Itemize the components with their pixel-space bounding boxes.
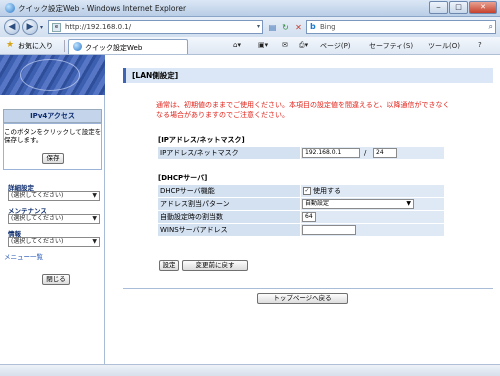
sidebar: IPv4アクセス このボタンをクリックして設定を保存します。 保存 詳細設定 (… <box>0 55 105 364</box>
window-title: クイック設定Web - Windows Internet Explorer <box>18 4 187 13</box>
netmask-input[interactable]: 24 <box>373 148 397 158</box>
search-box[interactable]: b Bing ⌕ <box>306 20 496 34</box>
maximize-button[interactable]: □ <box>449 1 468 14</box>
allocation-count-label: 自動設定時の割当数 <box>158 211 300 223</box>
dhcp-section-heading: [DHCPサーバ] <box>158 174 208 182</box>
warning-notice: 通常は、初期値のままでご使用ください。本項目の設定値を間違えると、以降通信ができ… <box>156 101 450 119</box>
wins-server-label: WINSサーバアドレス <box>158 224 300 236</box>
page-title: [LAN側設定] <box>123 68 493 83</box>
allocation-count-value-cell: 64 <box>301 211 444 223</box>
navigation-bar: ◀ ▶ ▾ e http://192.168.0.1/ ▾ ▤ ↻ ✕ b Bi… <box>0 17 500 37</box>
search-provider[interactable]: Bing <box>320 23 336 31</box>
ip-netmask-value-cell: 192.168.0.1 / 24 <box>301 147 444 159</box>
forward-icon[interactable]: ▶ <box>22 19 38 35</box>
ip-section-heading: [IPアドレス/ネットマスク] <box>158 136 245 144</box>
netmask-separator: / <box>364 149 367 157</box>
chevron-down-icon: ▼ <box>92 238 97 245</box>
dhcp-enable-label: 使用する <box>313 187 341 195</box>
page-icon: e <box>52 23 61 32</box>
maintenance-select[interactable]: (選択してください) ▼ <box>8 214 100 224</box>
select-value: (選択してください) <box>11 215 64 222</box>
dhcp-enable-checkbox[interactable]: ✓ <box>303 187 311 195</box>
save-button[interactable]: 保存 <box>42 153 64 164</box>
address-pattern-value-cell: 自動設定 ▼ <box>301 198 444 210</box>
divider <box>64 40 65 52</box>
wins-server-value-cell <box>301 224 444 236</box>
title-bar: クイック設定Web - Windows Internet Explorer ‒ … <box>0 0 500 17</box>
chevron-down-icon: ▼ <box>92 192 97 199</box>
refresh-icon[interactable]: ↻ <box>280 22 291 33</box>
tab-ie-icon <box>73 42 82 51</box>
favorites-star-icon[interactable]: ★ <box>6 40 14 50</box>
address-pattern-label: アドレス割当パターン <box>158 198 300 210</box>
history-dropdown-icon[interactable]: ▾ <box>40 24 43 31</box>
read-mail-icon[interactable]: ✉ <box>282 41 288 49</box>
menu-list-link[interactable]: メニュー一覧 <box>4 251 43 261</box>
close-window-button[interactable]: ✕ <box>469 1 497 14</box>
main-content: [LAN側設定] 通常は、初期値のままでご使用ください。本項目の設定値を間違える… <box>118 55 500 364</box>
page-menu[interactable]: ページ(P) <box>320 41 351 51</box>
info-select[interactable]: (選択してください) ▼ <box>8 237 100 247</box>
save-note: このボタンをクリックして設定を保存します。 <box>4 128 102 144</box>
ipv4-access-header: IPv4アクセス <box>3 109 102 123</box>
sidebar-banner <box>0 55 105 95</box>
home-icon[interactable]: ⌂▾ <box>233 41 241 49</box>
ie-icon <box>5 3 15 13</box>
set-button[interactable]: 設定 <box>159 260 179 271</box>
safety-menu[interactable]: セーフティ(S) <box>369 41 413 51</box>
favorites-bar: ★ お気に入り クイック設定Web ⌂▾ ▣▾ ✉ ⎙▾ ページ(P) セーフテ… <box>0 37 500 55</box>
ip-netmask-row: IPアドレス/ネットマスク 192.168.0.1 / 24 <box>158 147 444 159</box>
window-controls: ‒ □ ✕ <box>429 1 497 14</box>
chevron-down-icon: ▼ <box>92 215 97 222</box>
chevron-down-icon: ▼ <box>406 200 411 207</box>
browser-tab[interactable]: クイック設定Web <box>68 39 188 54</box>
address-bar[interactable]: e http://192.168.0.1/ ▾ <box>48 20 263 34</box>
dhcp-function-row: DHCPサーバ機能 ✓ 使用する <box>158 185 444 197</box>
status-bar <box>0 364 500 376</box>
ip-netmask-label: IPアドレス/ネットマスク <box>158 147 300 159</box>
allocation-count-input[interactable]: 64 <box>302 212 316 222</box>
select-value: (選択してください) <box>11 192 64 199</box>
web-page: IPv4アクセス このボタンをクリックして設定を保存します。 保存 詳細設定 (… <box>0 55 500 364</box>
address-pattern-select[interactable]: 自動設定 ▼ <box>302 199 414 209</box>
dhcp-function-label: DHCPサーバ機能 <box>158 185 300 197</box>
minimize-button[interactable]: ‒ <box>429 1 448 14</box>
wins-server-input[interactable] <box>302 225 356 235</box>
wins-server-row: WINSサーバアドレス <box>158 224 444 236</box>
address-dropdown-icon[interactable]: ▾ <box>257 23 260 30</box>
select-value: (選択してください) <box>11 238 64 245</box>
feeds-icon[interactable]: ▣▾ <box>258 41 268 49</box>
banner-globe-graphic <box>20 59 80 91</box>
tab-title: クイック設定Web <box>85 44 143 52</box>
dhcp-function-value-cell: ✓ 使用する <box>301 185 444 197</box>
stop-icon[interactable]: ✕ <box>293 22 304 33</box>
advanced-select[interactable]: (選択してください) ▼ <box>8 191 100 201</box>
tools-menu[interactable]: ツール(O) <box>428 41 460 51</box>
url-text[interactable]: http://192.168.0.1/ <box>65 23 131 31</box>
favorites-button[interactable]: お気に入り <box>18 41 53 51</box>
back-icon[interactable]: ◀ <box>4 19 20 35</box>
compatibility-view-icon[interactable]: ▤ <box>267 22 278 33</box>
search-icon[interactable]: ⌕ <box>489 22 493 32</box>
content-divider <box>123 288 493 289</box>
allocation-count-row: 自動設定時の割当数 64 <box>158 211 444 223</box>
back-to-top-button[interactable]: トップページへ戻る <box>257 293 348 304</box>
print-icon[interactable]: ⎙▾ <box>299 41 308 50</box>
select-value: 自動設定 <box>305 200 330 207</box>
close-button[interactable]: 閉じる <box>42 274 70 285</box>
ip-address-input[interactable]: 192.168.0.1 <box>302 148 360 158</box>
revert-button[interactable]: 変更前に戻す <box>182 260 248 271</box>
bing-icon: b <box>310 22 316 31</box>
help-menu[interactable]: ? <box>478 41 482 49</box>
address-pattern-row: アドレス割当パターン 自動設定 ▼ <box>158 198 444 210</box>
